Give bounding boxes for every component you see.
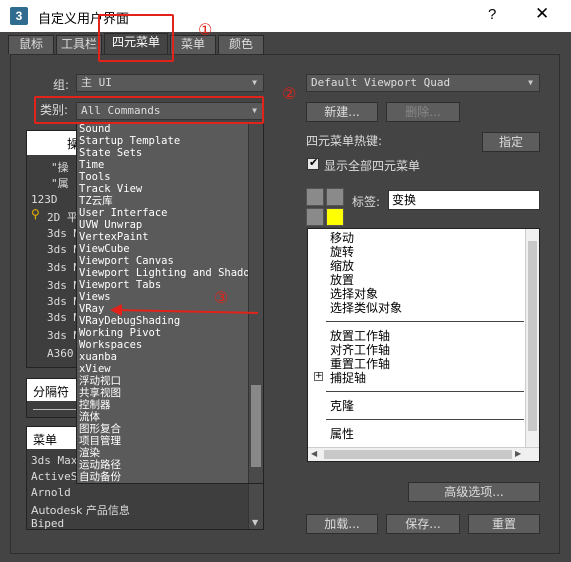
annotation-arrow bbox=[110, 304, 259, 316]
